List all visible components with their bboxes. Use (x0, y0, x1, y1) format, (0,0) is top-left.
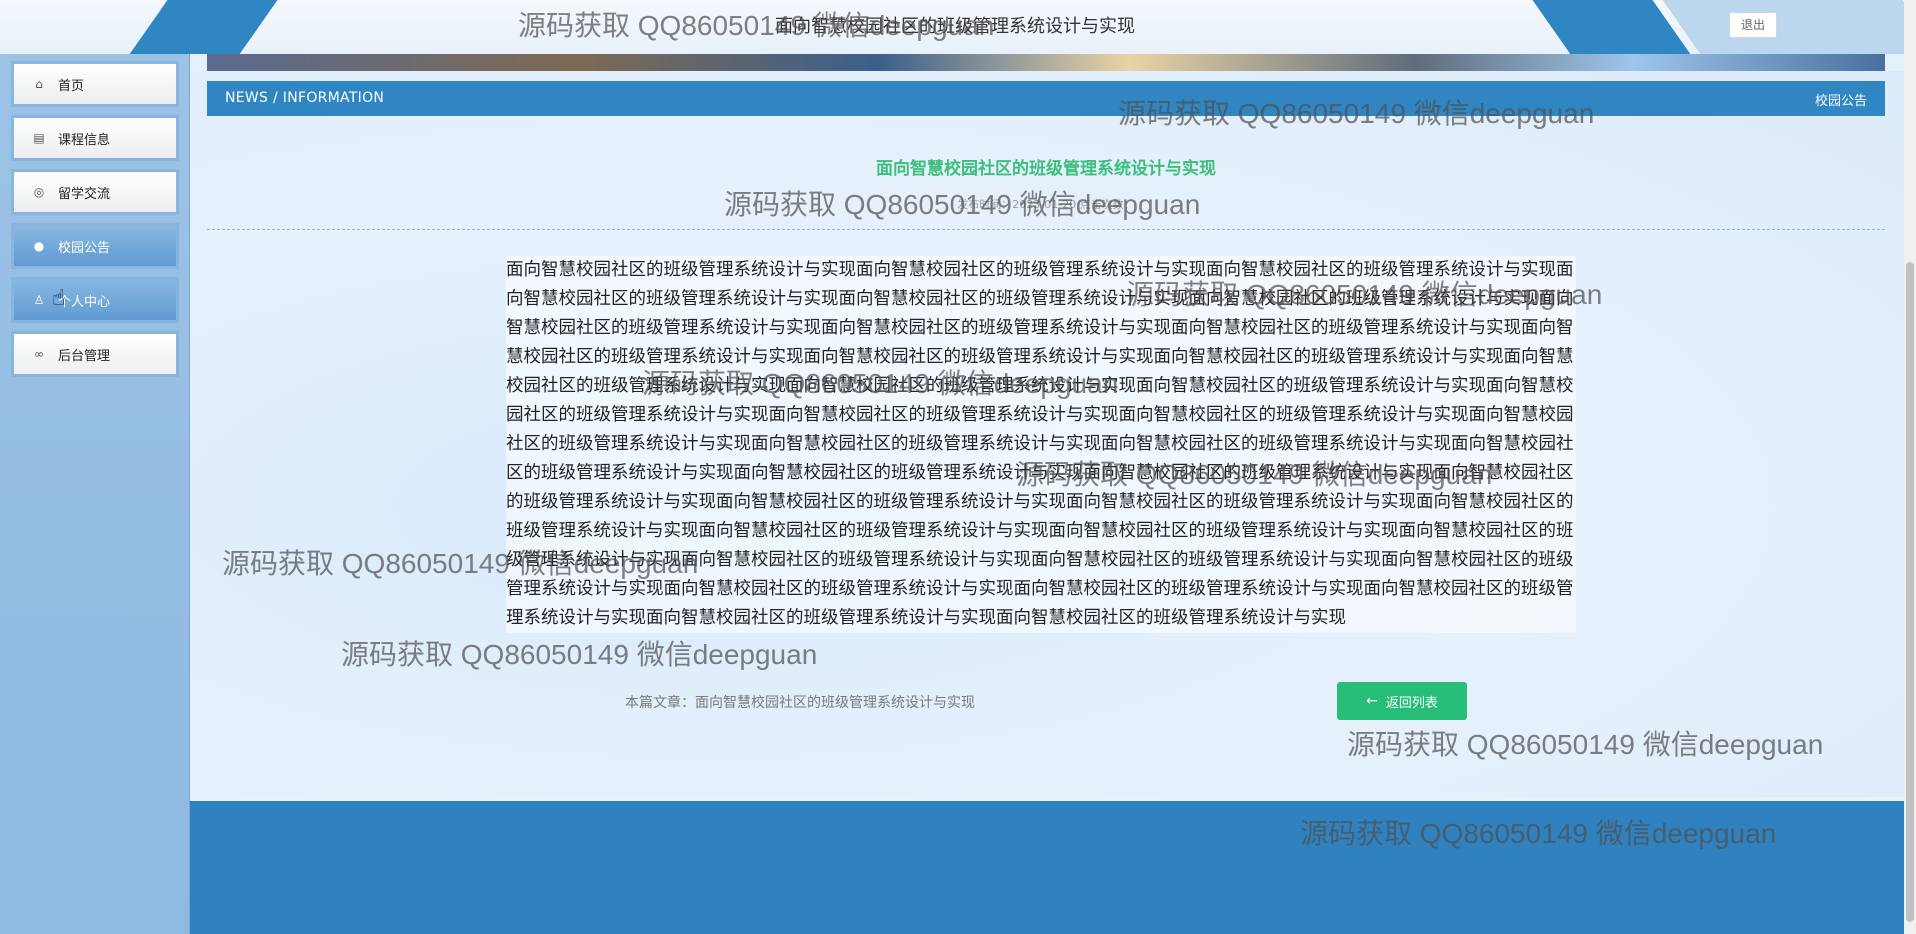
watermark: 源码获取 QQ86050149 微信deepguan (1347, 729, 1824, 760)
scrollbar-thumb[interactable] (1906, 262, 1914, 922)
news-header-bar: NEWS / INFORMATION 校园公告 (207, 81, 1885, 116)
globe-icon: ● (33, 239, 45, 253)
watermark: 源码获取 QQ86050149 微信deepguan (518, 10, 995, 41)
sidebar-item-label: 课程信息 (58, 132, 111, 148)
watermark: 源码获取 QQ86050149 微信deepguan (341, 639, 818, 670)
document-icon: ▤ (33, 131, 45, 145)
hand-cursor-icon: ☝ (52, 286, 66, 311)
watermark: 源码获取 QQ86050149 微信deepguan (222, 548, 699, 579)
palette-icon: ◎ (33, 185, 45, 199)
header-decoration-right-light (1655, 0, 1916, 54)
sidebar-item-label: 校园公告 (58, 240, 111, 256)
sidebar: ⌂ 首页 ▤ 课程信息 ◎ 留学交流 ● 校园公告 ♙ 个人中心 ∞ 后台管理 (0, 54, 190, 934)
back-button-label: 返回列表 (1385, 695, 1438, 711)
watermark: 源码获取 QQ86050149 微信deepguan (724, 189, 1201, 220)
sidebar-item-personal-center[interactable]: ♙ 个人中心 (14, 280, 176, 320)
article-footer-label: 本篇文章：面向智慧校园社区的班级管理系统设计与实现 (625, 695, 975, 711)
sidebar-item-label: 个人中心 (58, 294, 111, 310)
news-bar-title: NEWS / INFORMATION (225, 90, 385, 106)
sidebar-item-label: 留学交流 (58, 186, 111, 202)
sidebar-item-campus-notice[interactable]: ● 校园公告 (14, 226, 176, 266)
sidebar-item-home[interactable]: ⌂ 首页 (14, 64, 176, 104)
sidebar-item-label: 首页 (58, 78, 85, 94)
arrow-left-icon: ← (1366, 693, 1378, 709)
divider (207, 229, 1885, 230)
sidebar-item-label: 后台管理 (58, 348, 111, 364)
user-icon: ♙ (33, 293, 45, 307)
sidebar-item-study-abroad[interactable]: ◎ 留学交流 (14, 172, 176, 212)
article-title: 面向智慧校园社区的班级管理系统设计与实现 (876, 159, 1216, 179)
banner-image-strip (207, 54, 1885, 71)
header-decoration-left (125, 0, 285, 54)
watermark: 源码获取 QQ86050149 微信deepguan (1118, 98, 1595, 129)
watermark: 源码获取 QQ86050149 微信deepguan (1126, 279, 1603, 310)
logout-button[interactable]: 退出 (1729, 12, 1777, 38)
link-icon: ∞ (34, 347, 44, 361)
home-icon: ⌂ (35, 77, 43, 91)
watermark: 源码获取 QQ86050149 微信deepguan (642, 368, 1119, 399)
sidebar-item-course-info[interactable]: ▤ 课程信息 (14, 118, 176, 158)
watermark: 源码获取 QQ86050149 微信deepguan (1016, 459, 1493, 490)
news-bar-category[interactable]: 校园公告 (1815, 90, 1867, 109)
back-to-list-button[interactable]: ← 返回列表 (1337, 682, 1467, 720)
watermark: 源码获取 QQ86050149 微信deepguan (1300, 818, 1777, 849)
sidebar-item-admin[interactable]: ∞ 后台管理 (14, 334, 176, 374)
